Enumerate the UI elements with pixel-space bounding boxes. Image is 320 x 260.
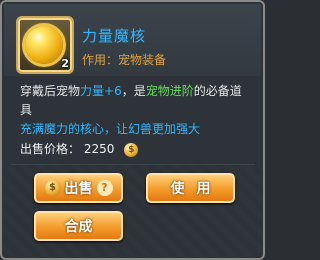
tooltip-header: 2 力量魔核 作用：宠物装备 (4, 4, 261, 76)
sell-price: 出售价格： 2250 $ (20, 140, 139, 157)
magic-core-item-icon (25, 26, 63, 64)
item-flavor-text: 充满魔力的核心，让幻兽更加强大 (20, 122, 201, 136)
use-button[interactable]: 使用 (146, 173, 235, 203)
usage-value: 宠物装备 (118, 53, 167, 67)
desc-middle: ，是 (121, 84, 146, 98)
usage-label: 作用： (82, 53, 119, 67)
item-name: 力量魔核 (82, 27, 147, 45)
desc-stat: 力量+6 (80, 84, 122, 98)
coin-icon: $ (44, 180, 61, 196)
desc-highlight: 宠物进阶 (145, 84, 194, 98)
item-description: 穿戴后宠物力量+6，是宠物进阶的必备道具 (20, 82, 252, 120)
item-tooltip-panel: 2 力量魔核 作用：宠物装备 穿戴后宠物力量+6，是宠物进阶的必备道具 充满魔力… (0, 0, 265, 260)
help-icon[interactable]: ? (96, 180, 113, 196)
item-usage: 作用：宠物装备 (82, 51, 166, 68)
compose-button-label: 合成 (64, 219, 93, 235)
desc-prefix: 穿戴后宠物 (20, 84, 81, 98)
price-label: 出售价格： (20, 142, 81, 156)
price-value: 2250 (83, 142, 115, 156)
use-button-label: 使用 (170, 181, 223, 197)
coin-icon: $ (124, 142, 139, 157)
compose-button[interactable]: 合成 (34, 211, 123, 241)
sell-button[interactable]: $ 出售 ? (34, 173, 123, 203)
item-slot[interactable]: 2 (16, 16, 74, 74)
item-level: 2 (61, 57, 69, 70)
sell-button-label: 出售 (64, 181, 93, 197)
